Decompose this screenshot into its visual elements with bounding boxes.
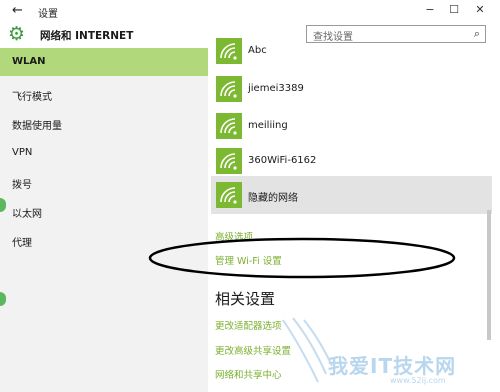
sidebar-item-label: 飞行模式 bbox=[12, 92, 52, 103]
wifi-signal-icon bbox=[216, 76, 242, 102]
page-title: 网络和 INTERNET bbox=[40, 30, 134, 42]
wifi-network-item[interactable]: Abc bbox=[211, 32, 492, 70]
sidebar: WLAN 飞行模式 数据使用量 VPN 拨号 以太网 代理 bbox=[0, 48, 208, 392]
wifi-signal-icon bbox=[216, 182, 242, 208]
arrow-left-icon[interactable]: ← bbox=[12, 3, 23, 18]
wifi-network-item[interactable]: 360WiFi-6162 bbox=[211, 142, 492, 180]
wifi-network-list: Abc jiemei3389 meiliing 360WiFi-6162 隐藏的… bbox=[208, 38, 500, 392]
sidebar-item-ethernet[interactable]: 以太网 bbox=[0, 197, 208, 225]
manage-wifi-settings-link[interactable]: 管理 Wi-Fi 设置 bbox=[215, 253, 282, 267]
wifi-network-name: 360WiFi-6162 bbox=[248, 155, 317, 166]
sidebar-item-dialup[interactable]: 拨号 bbox=[0, 168, 208, 196]
sidebar-item-label: WLAN bbox=[12, 56, 46, 67]
sidebar-item-label: VPN bbox=[12, 147, 33, 158]
wifi-network-name: Abc bbox=[248, 45, 267, 56]
window-title: 设置 bbox=[38, 9, 58, 20]
sidebar-item-vpn[interactable]: VPN bbox=[0, 139, 208, 167]
gear-icon: ⚙ bbox=[8, 23, 26, 45]
title-bar: ← 设置 − ☐ ✕ bbox=[0, 0, 500, 22]
wifi-network-name: meiliing bbox=[248, 120, 288, 131]
wifi-signal-icon bbox=[216, 113, 242, 139]
wifi-network-item[interactable]: jiemei3389 bbox=[211, 70, 492, 108]
related-settings-heading: 相关设置 bbox=[215, 290, 276, 308]
scrollbar[interactable] bbox=[487, 210, 491, 340]
minimize-icon[interactable]: − bbox=[418, 2, 442, 18]
sidebar-item-label: 以太网 bbox=[12, 209, 42, 220]
network-sharing-center-link[interactable]: 网络和共享中心 bbox=[215, 367, 282, 381]
sidebar-item-label: 拨号 bbox=[12, 180, 32, 191]
maximize-icon[interactable]: ☐ bbox=[442, 2, 466, 18]
wifi-signal-icon bbox=[216, 38, 242, 64]
close-icon[interactable]: ✕ bbox=[468, 2, 492, 18]
wifi-network-name: 隐藏的网络 bbox=[248, 193, 298, 204]
sidebar-item-proxy[interactable]: 代理 bbox=[0, 226, 208, 254]
sidebar-item-label: 代理 bbox=[12, 238, 32, 249]
sidebar-item-wlan[interactable]: WLAN bbox=[0, 48, 208, 76]
advanced-options-link[interactable]: 高级选项 bbox=[215, 229, 253, 243]
sidebar-item-airplane-mode[interactable]: 飞行模式 bbox=[0, 80, 208, 108]
change-advanced-sharing-link[interactable]: 更改高级共享设置 bbox=[215, 343, 291, 357]
watermark-text: 我爱IT技术网 bbox=[328, 354, 457, 378]
desktop-edge-decoration bbox=[0, 292, 6, 306]
wifi-network-item[interactable]: meiliing bbox=[211, 107, 492, 145]
sidebar-item-data-usage[interactable]: 数据使用量 bbox=[0, 109, 208, 137]
wifi-network-name: jiemei3389 bbox=[248, 83, 304, 94]
wifi-network-item-selected[interactable]: 隐藏的网络 bbox=[211, 176, 492, 214]
watermark-url: www.52ij.com bbox=[390, 376, 446, 385]
sidebar-item-label: 数据使用量 bbox=[12, 121, 62, 132]
change-adapter-options-link[interactable]: 更改适配器选项 bbox=[215, 318, 282, 332]
wifi-signal-icon bbox=[216, 148, 242, 174]
